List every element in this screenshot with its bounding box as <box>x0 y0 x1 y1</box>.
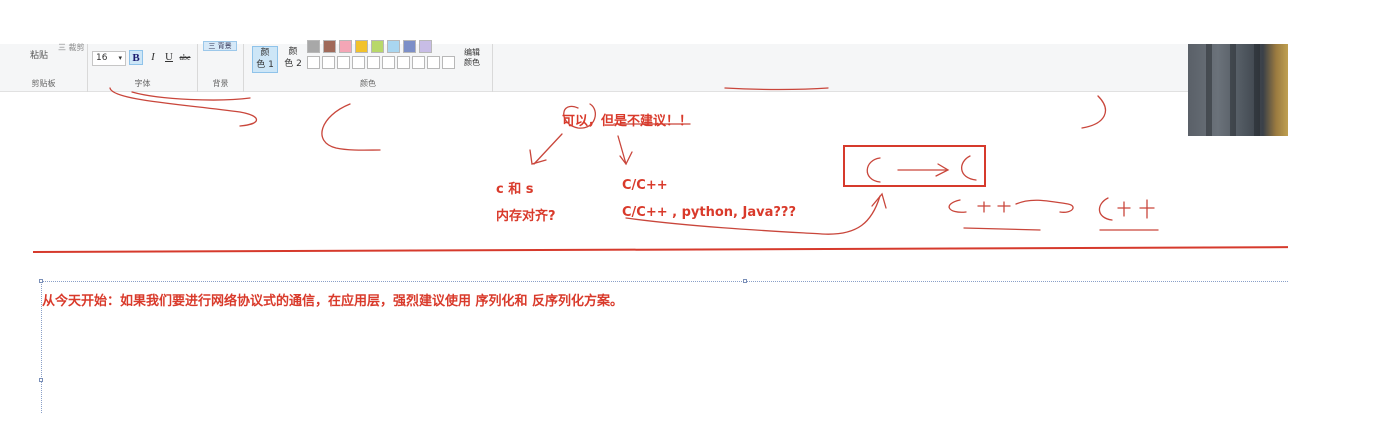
ink-stroke <box>1098 197 1113 221</box>
note-text: 从今天开始：如果我们要进行网络协议式的通信，在应用层，强烈建议使用 序列化和 反… <box>42 294 624 309</box>
ribbon-toolbar: 粘贴 三 裁剪 剪贴板 字体 16 ▾ B I U abe 背景 三 背景 颜色… <box>0 40 1288 92</box>
ink-stroke <box>533 133 563 165</box>
color-swatch-empty[interactable] <box>427 56 440 69</box>
background-group-label: 背景 <box>212 79 229 88</box>
color-swatch[interactable] <box>323 40 336 53</box>
ink-stroke <box>1015 199 1074 213</box>
highlight-box <box>843 145 986 187</box>
color-swatch[interactable] <box>355 40 368 53</box>
resize-handle[interactable] <box>39 378 43 382</box>
colors-group-label: 颜色 <box>360 79 376 88</box>
bold-button[interactable]: B <box>129 50 143 65</box>
background-group: 背景 <box>198 44 244 92</box>
webcam-feed <box>1188 44 1288 136</box>
color-swatch-empty[interactable] <box>397 56 410 69</box>
ink-stroke <box>617 135 627 165</box>
paste-button[interactable]: 粘贴 <box>30 48 48 61</box>
strikethrough-button[interactable]: abe <box>178 50 192 65</box>
underline-button[interactable]: U <box>162 50 176 65</box>
answer-text: 可以，但是不建议！！ <box>562 114 693 129</box>
italic-button[interactable]: I <box>146 50 160 65</box>
chevron-down-icon: ▾ <box>118 54 122 62</box>
ink-stroke <box>948 199 967 213</box>
ink-stroke <box>109 87 258 127</box>
font-size-value: 16 <box>96 53 108 63</box>
color-swatch-empty[interactable] <box>382 56 395 69</box>
color-1-button[interactable]: 颜 色 1 <box>252 46 278 73</box>
edit-colors-label-bottom: 颜色 <box>464 58 480 67</box>
clipboard-group: 粘贴 三 裁剪 剪贴板 <box>0 42 88 92</box>
left-column-line-2: 内存对齐? <box>496 209 556 224</box>
color-1-label-bottom: 色 1 <box>256 60 274 70</box>
ink-stroke <box>1117 199 1155 219</box>
ink-stroke <box>963 227 1041 231</box>
ink-stroke <box>619 151 633 166</box>
color-swatch-empty[interactable] <box>412 56 425 69</box>
color-swatch-empty[interactable] <box>352 56 365 69</box>
font-group-label: 字体 <box>134 79 151 88</box>
color-swatch-empty[interactable] <box>322 56 335 69</box>
cut-button[interactable]: 三 裁剪 <box>58 42 85 53</box>
curtain-fold <box>1230 44 1236 136</box>
section-divider <box>32 246 1288 253</box>
ink-stroke <box>529 149 547 165</box>
color-2-label-top: 颜 <box>288 47 298 57</box>
ink-stroke <box>1081 95 1107 129</box>
color-swatch[interactable] <box>371 40 384 53</box>
font-size-select[interactable]: 16 ▾ <box>92 51 126 66</box>
background-button[interactable]: 三 背景 <box>203 41 237 51</box>
resize-handle[interactable] <box>39 279 43 283</box>
color-swatch-empty[interactable] <box>367 56 380 69</box>
right-column-line-2: C/C++ , python, Java??? <box>622 205 796 220</box>
ink-stroke <box>977 201 1011 213</box>
color-swatch-empty[interactable] <box>442 56 455 69</box>
color-swatch-empty[interactable] <box>307 56 320 69</box>
color-swatch-empty[interactable] <box>337 56 350 69</box>
color-swatch[interactable] <box>307 40 320 53</box>
color-swatch[interactable] <box>387 40 400 53</box>
color-1-label-top: 颜 <box>260 48 270 58</box>
color-2-button[interactable]: 颜 色 2 <box>280 46 306 73</box>
edit-colors-label-top: 编辑 <box>464 48 480 57</box>
ink-stroke <box>321 103 381 151</box>
ink-stroke <box>871 192 887 209</box>
color-swatch[interactable] <box>339 40 352 53</box>
right-column-line-1: C/C++ <box>622 178 668 193</box>
resize-handle[interactable] <box>743 279 747 283</box>
clipboard-group-label: 剪贴板 <box>31 79 56 88</box>
color-swatch[interactable] <box>403 40 416 53</box>
color-2-label-bottom: 色 2 <box>284 59 302 69</box>
left-column-line-1: c 和 s <box>496 182 534 197</box>
curtain-fold <box>1254 44 1260 136</box>
color-swatch[interactable] <box>419 40 432 53</box>
edit-colors-button[interactable]: 编辑 颜色 <box>464 48 480 68</box>
ink-stroke <box>131 91 251 101</box>
curtain-fold <box>1206 44 1212 136</box>
